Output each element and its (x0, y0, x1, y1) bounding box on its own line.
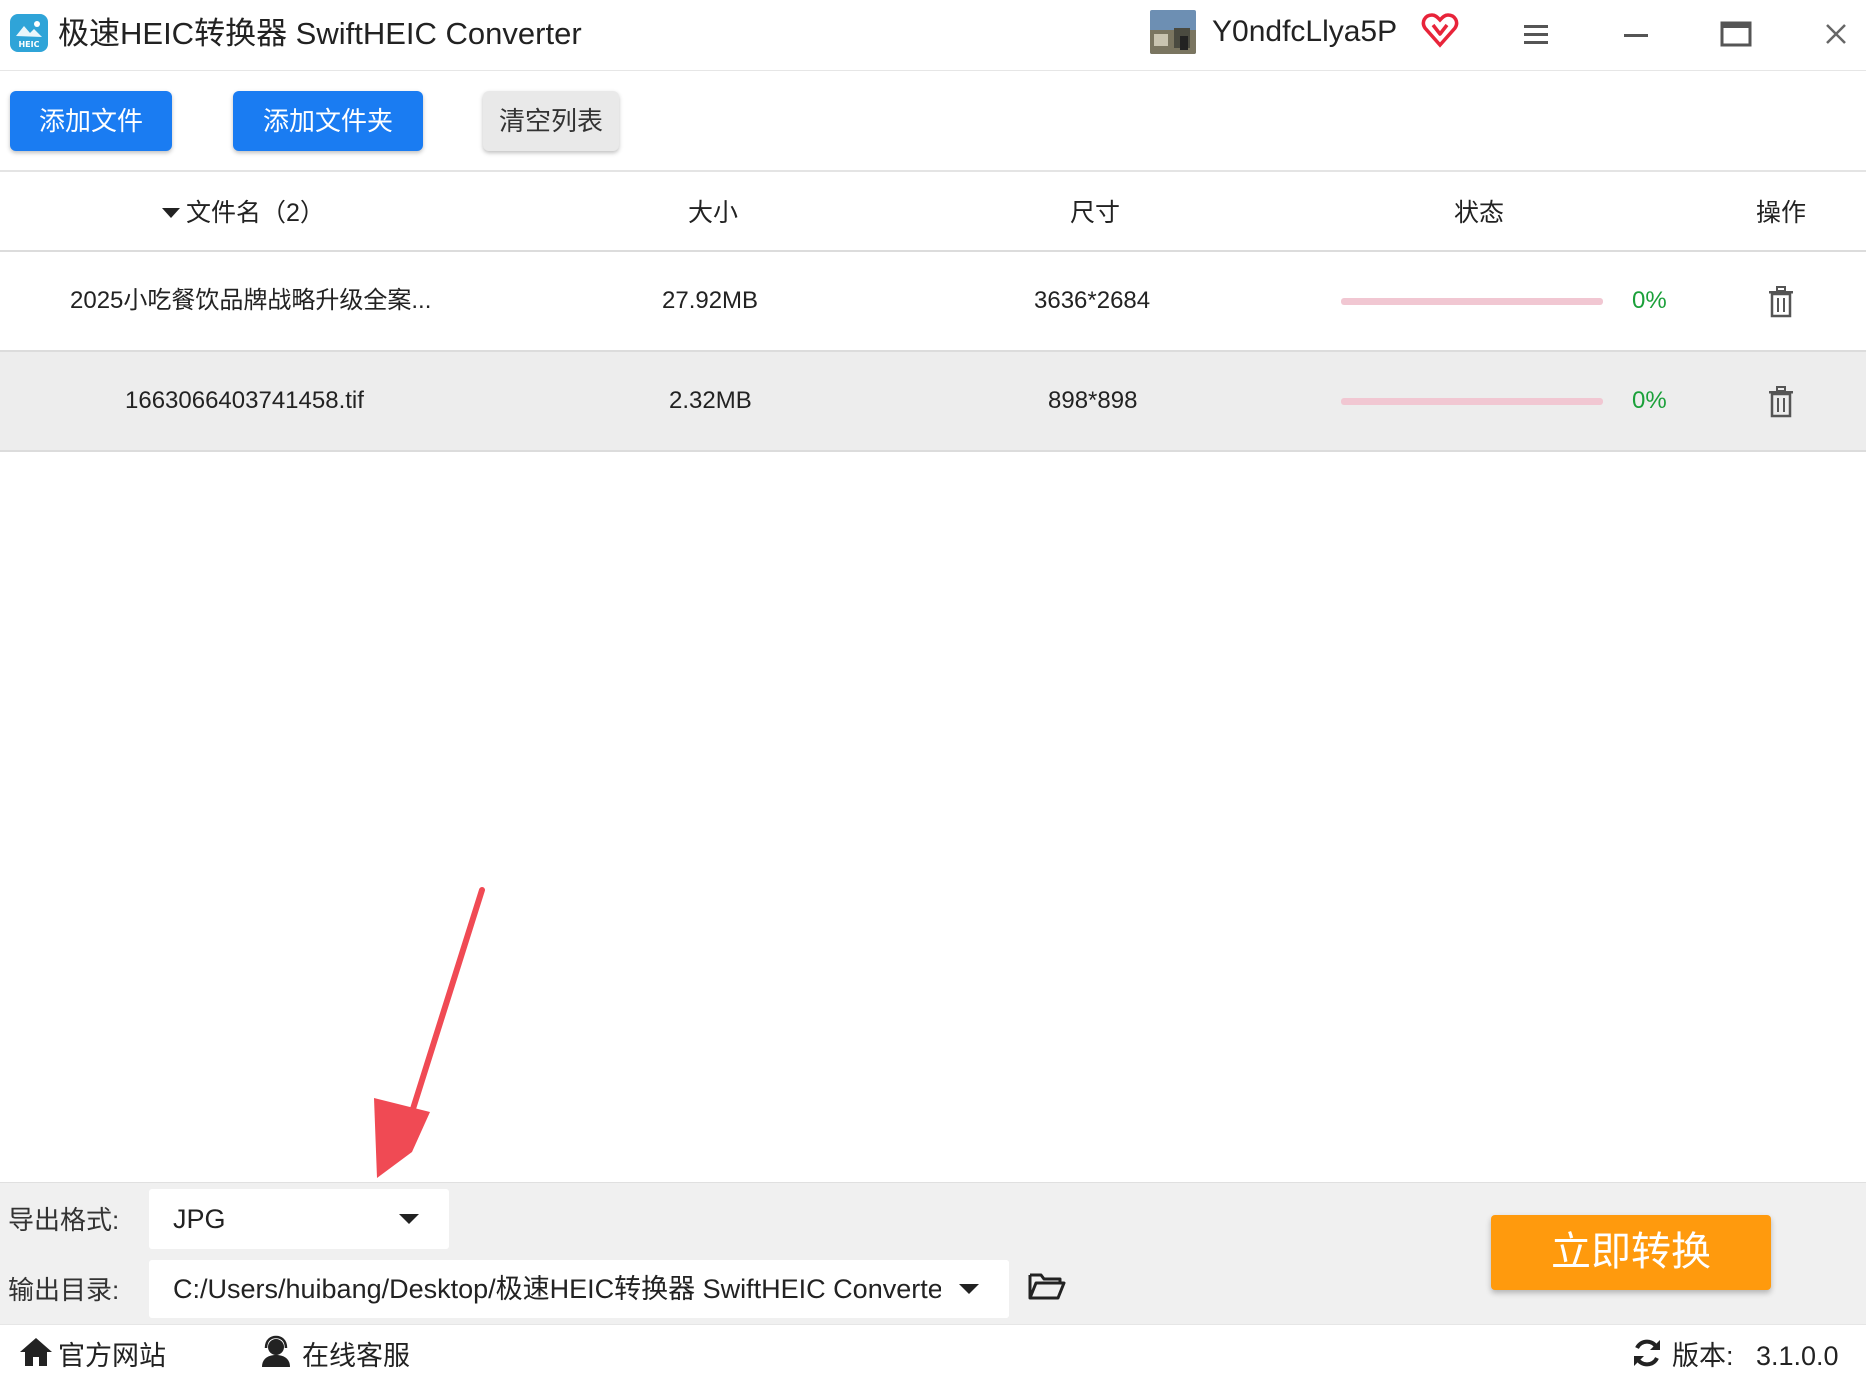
progress-bar (1341, 298, 1603, 305)
close-icon[interactable] (1816, 14, 1856, 54)
header-dimensions: 尺寸 (1070, 199, 1121, 227)
output-dir-label: 输出目录: (8, 1275, 120, 1305)
output-dir-value: C:/Users/huibang/Desktop/极速HEIC转换器 Swift… (173, 1274, 943, 1304)
support-agent-icon[interactable] (258, 1334, 294, 1370)
user-avatar[interactable] (1150, 10, 1196, 54)
svg-text:HEIC: HEIC (18, 40, 39, 49)
add-folder-button[interactable]: 添加文件夹 (233, 91, 423, 151)
annotation-arrow (360, 880, 500, 1180)
sort-caret-icon[interactable] (162, 208, 180, 218)
delete-icon[interactable] (1763, 384, 1799, 420)
minimize-icon[interactable] (1616, 14, 1656, 54)
app-logo-icon: HEIC (10, 14, 48, 52)
official-website-link[interactable]: 官方网站 (58, 1338, 166, 1374)
row-size: 2.32MB (669, 387, 752, 414)
row-dimensions: 3636*2684 (1034, 287, 1151, 314)
menu-icon[interactable] (1516, 14, 1556, 54)
row-divider (0, 450, 1866, 452)
version-label: 版本: (1672, 1341, 1734, 1371)
delete-icon[interactable] (1763, 284, 1799, 320)
output-dir-dropdown[interactable]: C:/Users/huibang/Desktop/极速HEIC转换器 Swift… (149, 1260, 1009, 1318)
header-status: 状态 (1454, 199, 1505, 227)
username[interactable]: Y0ndfcLlya5P (1212, 12, 1397, 52)
progress-percent: 0% (1632, 287, 1667, 314)
row-filename: 2025小吃餐饮品牌战略升级全案... (70, 287, 432, 314)
convert-now-button[interactable]: 立即转换 (1491, 1215, 1771, 1290)
add-file-button[interactable]: 添加文件 (10, 91, 172, 151)
chevron-down-icon (399, 1214, 419, 1224)
format-value: JPG (173, 1204, 226, 1234)
chevron-down-icon (959, 1284, 979, 1294)
progress-percent: 0% (1632, 387, 1667, 414)
header-actions: 操作 (1756, 199, 1807, 227)
header-size: 大小 (688, 199, 739, 227)
header-filename[interactable]: 文件名（2） (186, 195, 325, 231)
maximize-icon[interactable] (1716, 14, 1756, 54)
format-label: 导出格式: (8, 1205, 120, 1235)
folder-open-icon[interactable] (1027, 1266, 1067, 1306)
row-filename: 1663066403741458.tif (125, 387, 364, 414)
format-dropdown[interactable]: JPG (149, 1189, 449, 1249)
row-dimensions: 898*898 (1048, 387, 1138, 414)
refresh-icon[interactable] (1630, 1336, 1664, 1370)
clear-list-button[interactable]: 清空列表 (483, 91, 619, 151)
row-size: 27.92MB (662, 287, 759, 314)
version-value: 3.1.0.0 (1756, 1341, 1839, 1371)
online-support-link[interactable]: 在线客服 (302, 1338, 410, 1374)
home-icon[interactable] (18, 1334, 54, 1370)
toolbar-divider (0, 170, 1866, 172)
app-title: 极速HEIC转换器 SwiftHEIC Converter (58, 16, 582, 51)
vip-heart-icon[interactable] (1420, 10, 1460, 50)
progress-bar (1341, 398, 1603, 405)
